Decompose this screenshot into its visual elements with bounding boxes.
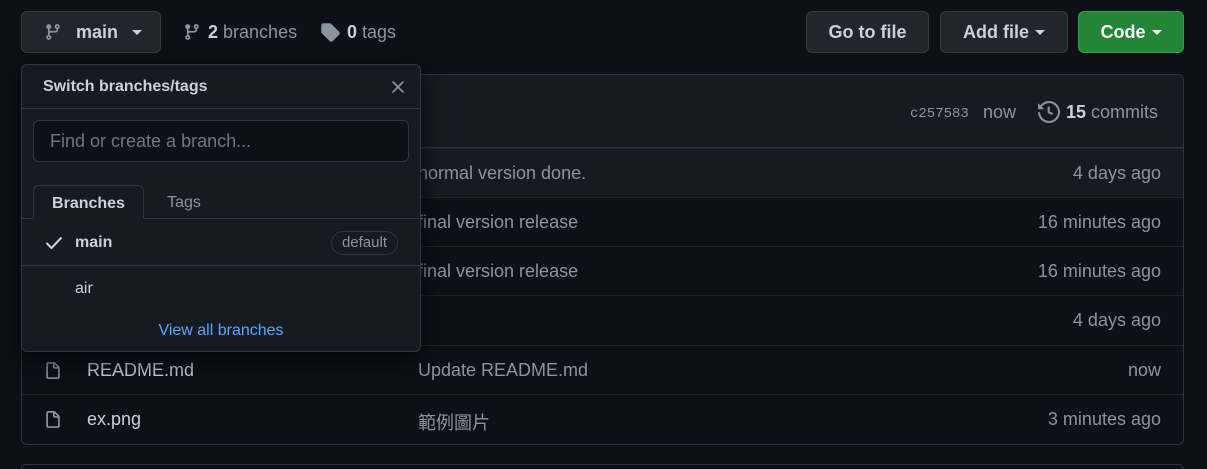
dropdown-header: Switch branches/tags	[22, 65, 420, 109]
commit-message[interactable]: final version release	[418, 212, 578, 233]
chevron-down-icon	[1151, 29, 1162, 35]
commit-message[interactable]: 範例圖片	[418, 409, 490, 435]
branch-label: main	[76, 21, 119, 42]
history-icon	[1038, 101, 1060, 123]
dropdown-tabs: Branches Tags	[22, 173, 420, 219]
branch-item-air[interactable]: air	[22, 266, 420, 312]
commit-age: 4 days ago	[1072, 163, 1161, 183]
commits-link[interactable]: 15 commits	[1038, 101, 1158, 123]
branches-link[interactable]: 2 branches	[183, 20, 297, 44]
commit-age: 3 minutes ago	[1047, 409, 1161, 429]
tab-tags[interactable]: Tags	[150, 185, 218, 219]
tag-icon	[320, 22, 340, 42]
code-label: Code	[1100, 21, 1146, 42]
table-row: README.md Update README.md now	[22, 345, 1183, 394]
branches-label: branches	[223, 21, 298, 42]
commit-age: now	[1127, 360, 1161, 380]
branch-name: air	[75, 280, 93, 297]
close-icon[interactable]	[390, 79, 406, 95]
commit-age: 4 days ago	[1072, 310, 1161, 330]
tab-branches[interactable]: Branches	[33, 185, 144, 219]
table-row: ex.png 範例圖片 3 minutes ago	[22, 394, 1183, 443]
chevron-down-icon	[1035, 29, 1045, 35]
add-file-button[interactable]: Add file	[940, 11, 1068, 53]
branch-search-input[interactable]	[33, 120, 409, 162]
commit-age: 16 minutes ago	[1037, 212, 1161, 232]
branches-count: 2	[208, 21, 219, 42]
commit-message[interactable]: normal version done.	[418, 163, 586, 184]
go-to-file-label: Go to file	[828, 21, 907, 42]
check-icon	[45, 235, 63, 251]
file-icon	[44, 410, 62, 430]
commits-count: 15	[1066, 101, 1087, 122]
branch-item-main[interactable]: main default	[22, 220, 420, 266]
tags-link[interactable]: 0 tags	[320, 20, 396, 44]
branch-switch-dropdown: Switch branches/tags Branches Tags main …	[21, 64, 421, 352]
branch-name: main	[75, 234, 113, 251]
chevron-down-icon	[132, 29, 143, 35]
file-name[interactable]: README.md	[87, 360, 194, 381]
file-name[interactable]: ex.png	[87, 409, 141, 430]
view-all-branches-link[interactable]: View all branches	[22, 322, 420, 340]
commit-time: now	[983, 102, 1017, 122]
commit-message[interactable]: Update README.md	[418, 360, 588, 381]
default-badge: default	[330, 231, 398, 255]
file-icon	[44, 361, 62, 381]
dropdown-title: Switch branches/tags	[43, 78, 208, 95]
go-to-file-button[interactable]: Go to file	[806, 11, 929, 53]
commits-label: commits	[1091, 101, 1159, 122]
tags-count: 0	[347, 21, 358, 42]
code-button[interactable]: Code	[1078, 11, 1184, 53]
next-box-edge	[21, 464, 1184, 469]
git-branch-icon	[183, 23, 201, 41]
commit-age: 16 minutes ago	[1037, 261, 1161, 281]
branch-select-button[interactable]: main	[21, 11, 161, 53]
add-file-label: Add file	[963, 21, 1029, 42]
tags-label: tags	[362, 21, 397, 42]
commit-message[interactable]: final version release	[418, 261, 578, 282]
commit-sha[interactable]: c257583	[910, 106, 969, 122]
git-branch-icon	[44, 23, 62, 41]
